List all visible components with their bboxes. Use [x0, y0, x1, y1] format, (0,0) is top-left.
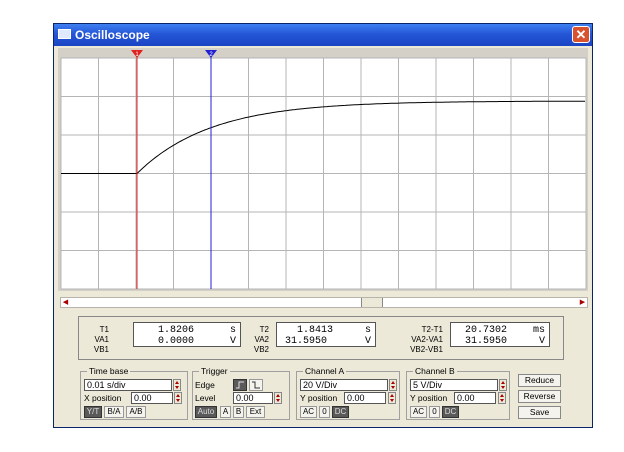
falling-edge-icon [252, 381, 260, 389]
trigger-ext-button[interactable]: Ext [246, 406, 265, 418]
channel-a-ypos-field[interactable]: 0.00 [344, 392, 386, 404]
reduce-button[interactable]: Reduce [518, 374, 561, 387]
channel-a-scale-spinner-icon[interactable] [389, 379, 397, 391]
channel-a-ypos-label: Y position [300, 393, 338, 403]
t1-readout: 1.8206 s 0.0000 V [133, 322, 241, 347]
edge-falling-button[interactable] [249, 379, 263, 391]
xpos-label: X position [84, 393, 122, 403]
title-bar[interactable]: Oscilloscope ✕ [54, 24, 592, 46]
channel-b-scale-field[interactable]: 5 V/Div [410, 379, 498, 391]
timebase-group: Time base 0.01 s/div X position 0.00 Y/T… [80, 366, 188, 420]
rising-edge-icon [236, 381, 244, 389]
cursor-readout-panel: T1 VA1 VB1 1.8206 s 0.0000 V T2 VA2 VB2 1.8413… [78, 316, 564, 360]
diff-readout: 20.7302 ms 31.5950 V [450, 322, 550, 347]
timebase-scale-spinner-icon[interactable] [173, 379, 181, 391]
channel-b-ypos-label: Y position [410, 393, 448, 403]
channel-b-zero-button[interactable]: 0 [429, 406, 440, 418]
trigger-auto-button[interactable]: Auto [195, 406, 217, 418]
oscilloscope-display: 1 2 [58, 48, 588, 291]
trigger-a-button[interactable]: A [220, 406, 231, 418]
t2-readout: 1.8413 s 31.5950 V [276, 322, 376, 347]
mode-ba-button[interactable]: B/A [104, 406, 124, 418]
horizontal-scrollbar[interactable]: ◀ ▶ [60, 297, 588, 308]
t1-labels: T1 VA1 VB1 [93, 325, 109, 354]
channel-b-group: Channel B 5 V/Div Y position 0.00 AC 0 D… [406, 366, 510, 420]
channel-b-scale-spinner-icon[interactable] [499, 379, 507, 391]
trigger-title: Trigger [199, 366, 230, 376]
diff-labels: T2-T1 VA2-VA1 VB2-VB1 [410, 325, 443, 354]
scroll-right-icon[interactable]: ▶ [578, 298, 587, 307]
channel-a-zero-button[interactable]: 0 [319, 406, 330, 418]
mode-ab-button[interactable]: A/B [126, 406, 146, 418]
level-spinner-icon[interactable] [274, 392, 282, 404]
timebase-scale-field[interactable]: 0.01 s/div [84, 379, 172, 391]
channel-a-dc-button[interactable]: DC [332, 406, 349, 418]
channel-b-ypos-spinner-icon[interactable] [498, 392, 506, 404]
channel-b-ac-button[interactable]: AC [410, 406, 427, 418]
level-label: Level [195, 393, 216, 403]
xpos-field[interactable]: 0.00 [131, 392, 173, 404]
edge-rising-button[interactable] [233, 379, 247, 391]
channel-b-ypos-field[interactable]: 0.00 [454, 392, 496, 404]
window-title: Oscilloscope [75, 28, 150, 42]
save-button[interactable]: Save [518, 406, 561, 419]
scroll-thumb[interactable] [361, 298, 383, 307]
channel-a-scale-field[interactable]: 20 V/Div [300, 379, 388, 391]
t2-labels: T2 VA2 VB2 [253, 325, 269, 354]
timebase-title: Time base [87, 366, 131, 376]
trigger-group: Trigger Edge Level 0.00 Auto A B Ext [192, 366, 290, 420]
oscilloscope-window: Oscilloscope ✕ 1 2 ◀ ▶ T1 VA1 VB1 1.8206 s … [53, 23, 593, 428]
reverse-button[interactable]: Reverse [518, 390, 561, 403]
edge-label: Edge [195, 380, 215, 390]
scope-screen: 1 2 [60, 50, 587, 290]
mode-yt-button[interactable]: Y/T [84, 406, 102, 418]
channel-a-ac-button[interactable]: AC [300, 406, 317, 418]
channel-b-title: Channel B [413, 366, 457, 376]
channel-a-ypos-spinner-icon[interactable] [388, 392, 396, 404]
channel-a-title: Channel A [303, 366, 347, 376]
channel-a-group: Channel A 20 V/Div Y position 0.00 AC 0 … [296, 366, 400, 420]
level-field[interactable]: 0.00 [233, 392, 273, 404]
xpos-spinner-icon[interactable] [174, 392, 182, 404]
close-button[interactable]: ✕ [572, 26, 590, 43]
window-icon [58, 29, 71, 39]
channel-b-dc-button[interactable]: DC [442, 406, 459, 418]
scroll-left-icon[interactable]: ◀ [61, 298, 70, 307]
trigger-b-button[interactable]: B [233, 406, 244, 418]
